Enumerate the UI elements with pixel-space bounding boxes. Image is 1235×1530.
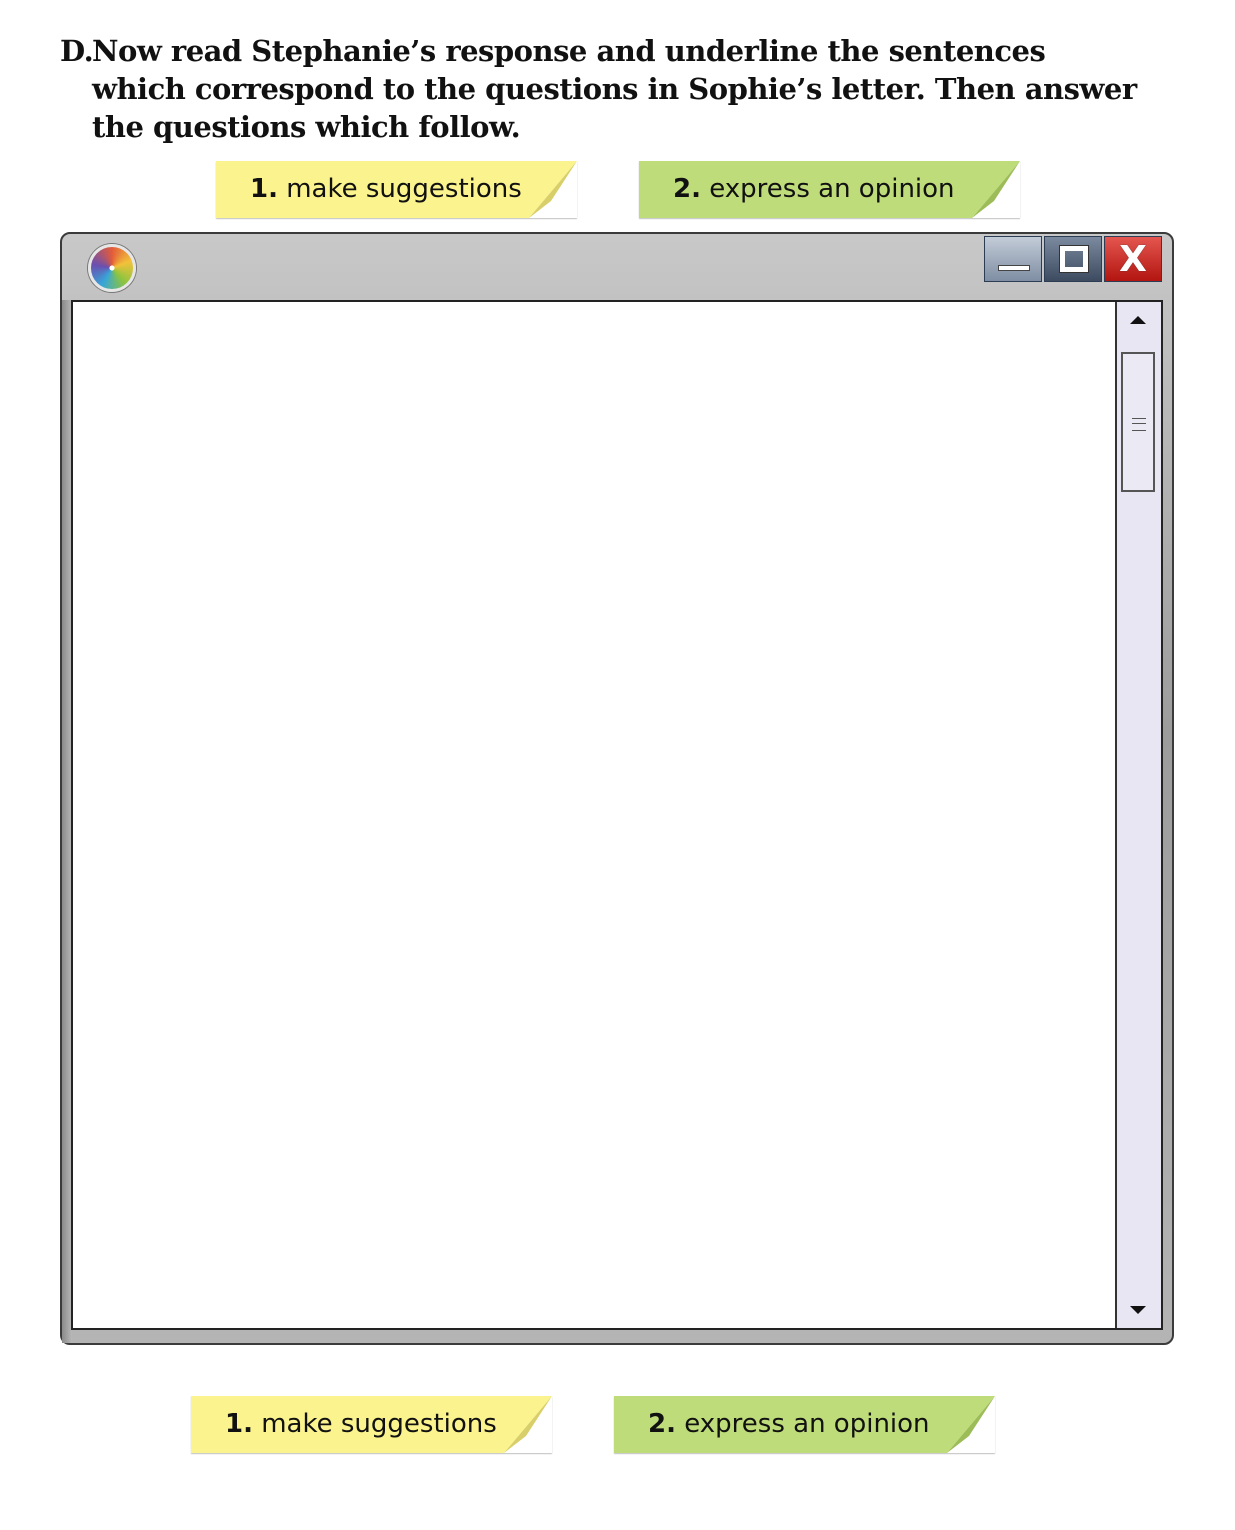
grip-icon bbox=[1132, 418, 1146, 431]
note-label: express an opinion bbox=[684, 1409, 930, 1439]
instruction-text: Now read Stephanie’s response and underl… bbox=[92, 34, 1137, 144]
minimize-button[interactable] bbox=[984, 236, 1042, 282]
note-express-opinion-top: 2. express an opinion bbox=[639, 161, 1020, 218]
note-make-suggestions-top: 1. make suggestions bbox=[216, 161, 577, 218]
app-window: X bbox=[60, 232, 1174, 1345]
scrollbar-thumb[interactable] bbox=[1121, 352, 1155, 492]
note-number: 2. bbox=[673, 174, 701, 204]
page-curl-icon bbox=[504, 1396, 552, 1453]
maximize-button[interactable] bbox=[1044, 236, 1102, 282]
note-label: make suggestions bbox=[286, 174, 522, 204]
note-label: express an opinion bbox=[709, 174, 955, 204]
note-number: 2. bbox=[648, 1409, 676, 1439]
content-area[interactable] bbox=[71, 300, 1163, 1330]
exercise-letter: D. bbox=[60, 34, 94, 68]
multicolor-swirl-icon[interactable] bbox=[88, 244, 136, 292]
page-curl-icon bbox=[972, 161, 1020, 218]
instruction: D. Now read Stephanie’s response and und… bbox=[60, 32, 1140, 146]
close-icon: X bbox=[1119, 239, 1147, 280]
note-number: 1. bbox=[250, 174, 278, 204]
vertical-scrollbar[interactable] bbox=[1115, 302, 1161, 1328]
minimize-icon bbox=[998, 265, 1030, 271]
arrow-up-icon[interactable] bbox=[1130, 316, 1146, 324]
maximize-icon bbox=[1059, 245, 1089, 273]
page-curl-icon bbox=[947, 1396, 995, 1453]
page-curl-icon bbox=[529, 161, 577, 218]
note-make-suggestions-bottom: 1. make suggestions bbox=[191, 1396, 552, 1453]
note-express-opinion-bottom: 2. express an opinion bbox=[614, 1396, 995, 1453]
arrow-down-icon[interactable] bbox=[1130, 1306, 1146, 1314]
note-label: make suggestions bbox=[261, 1409, 497, 1439]
note-number: 1. bbox=[225, 1409, 253, 1439]
close-button[interactable]: X bbox=[1104, 236, 1162, 282]
